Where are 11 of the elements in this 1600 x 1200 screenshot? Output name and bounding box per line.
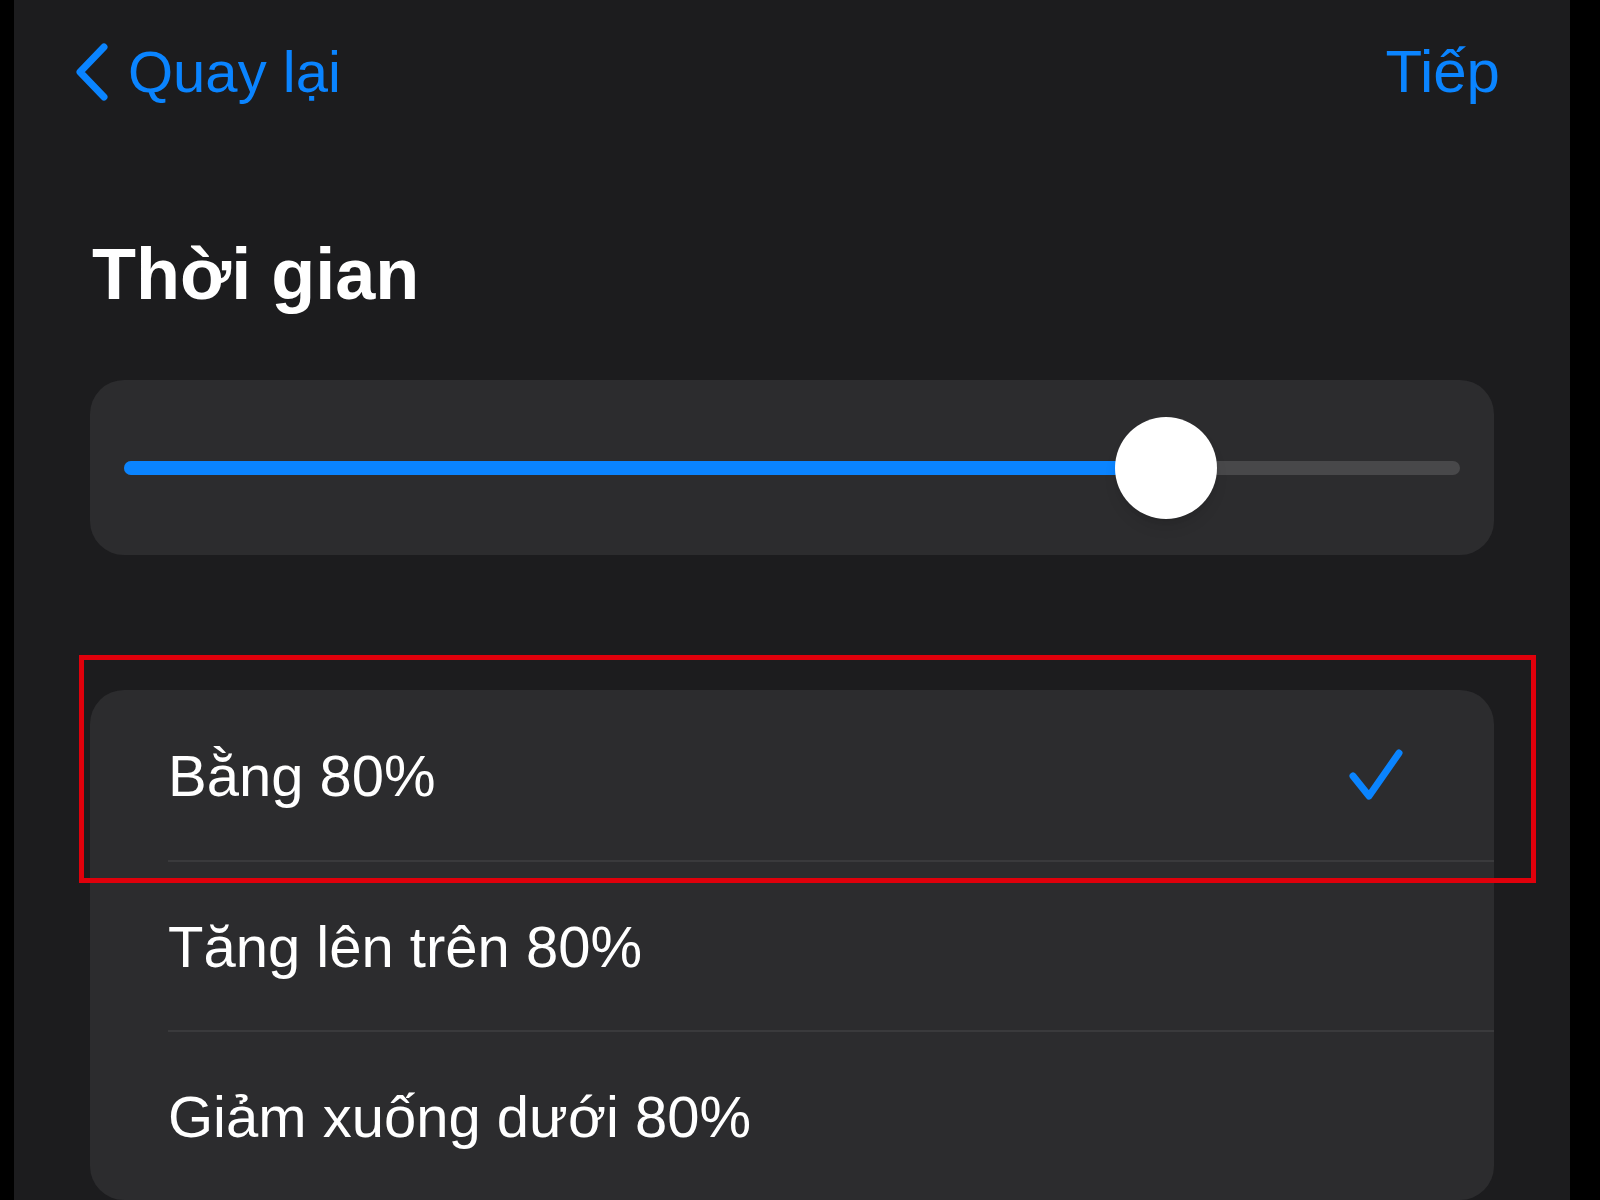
option-row[interactable]: Giảm xuống dưới 80% [168, 1030, 1494, 1200]
back-chevron-icon [74, 42, 108, 101]
option-label: Bằng 80% [168, 741, 437, 810]
slider[interactable] [124, 416, 1460, 519]
option-row[interactable]: Tăng lên trên 80% [168, 860, 1494, 1030]
option-label: Tăng lên trên 80% [168, 912, 643, 981]
option-label: Giảm xuống dưới 80% [168, 1082, 753, 1151]
back-button[interactable]: Quay lại [74, 28, 341, 115]
checkmark-icon [1348, 748, 1404, 802]
next-button[interactable]: Tiếp [1385, 26, 1500, 117]
option-row[interactable]: Bằng 80% [168, 690, 1494, 860]
